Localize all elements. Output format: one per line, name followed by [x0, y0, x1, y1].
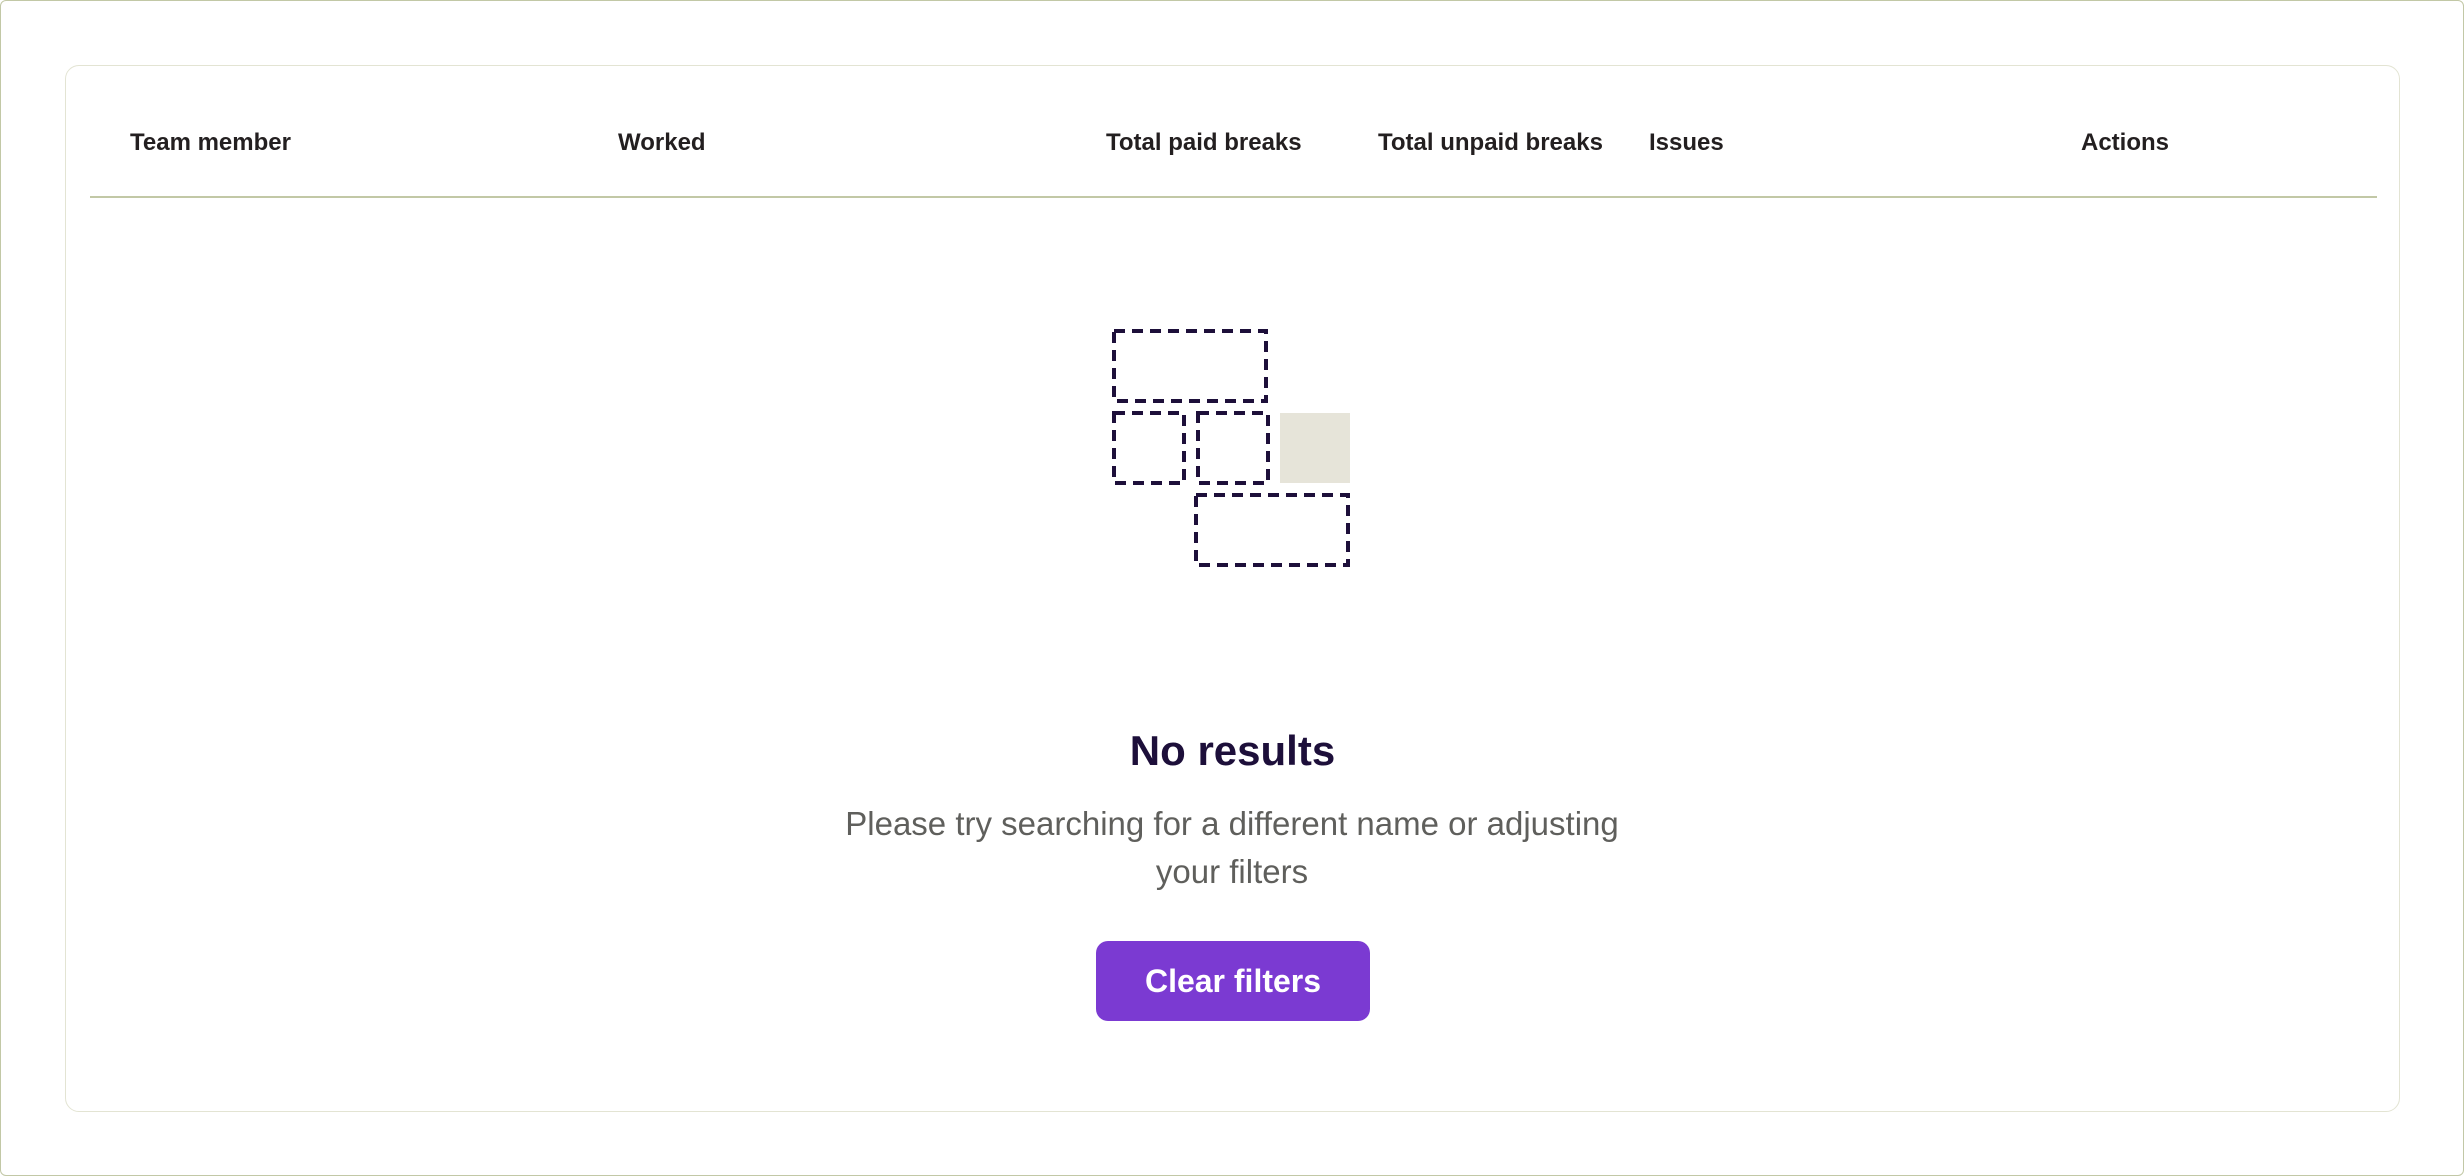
empty-state: No results Please try searching for a di… — [66, 198, 2399, 1111]
column-header-issues[interactable]: Issues — [1649, 128, 1724, 158]
app-frame: Team member Worked Total paid breaks Tot… — [0, 0, 2464, 1176]
clear-filters-button[interactable]: Clear filters — [1096, 941, 1370, 1021]
empty-state-title: No results — [1129, 727, 1336, 774]
column-header-worked[interactable]: Worked — [618, 128, 706, 158]
column-header-team-member[interactable]: Team member — [130, 128, 291, 158]
column-header-total-paid-breaks[interactable]: Total paid breaks — [1106, 128, 1302, 158]
timesheet-table-card: Team member Worked Total paid breaks Tot… — [65, 65, 2400, 1112]
empty-grid-illustration-icon — [1112, 329, 1350, 567]
empty-state-description: Please try searching for a different nam… — [845, 805, 1619, 890]
table-header: Team member Worked Total paid breaks Tot… — [90, 66, 2377, 198]
column-header-actions: Actions — [2081, 129, 2170, 156]
column-header-total-unpaid-breaks[interactable]: Total unpaid breaks — [1378, 128, 1603, 158]
